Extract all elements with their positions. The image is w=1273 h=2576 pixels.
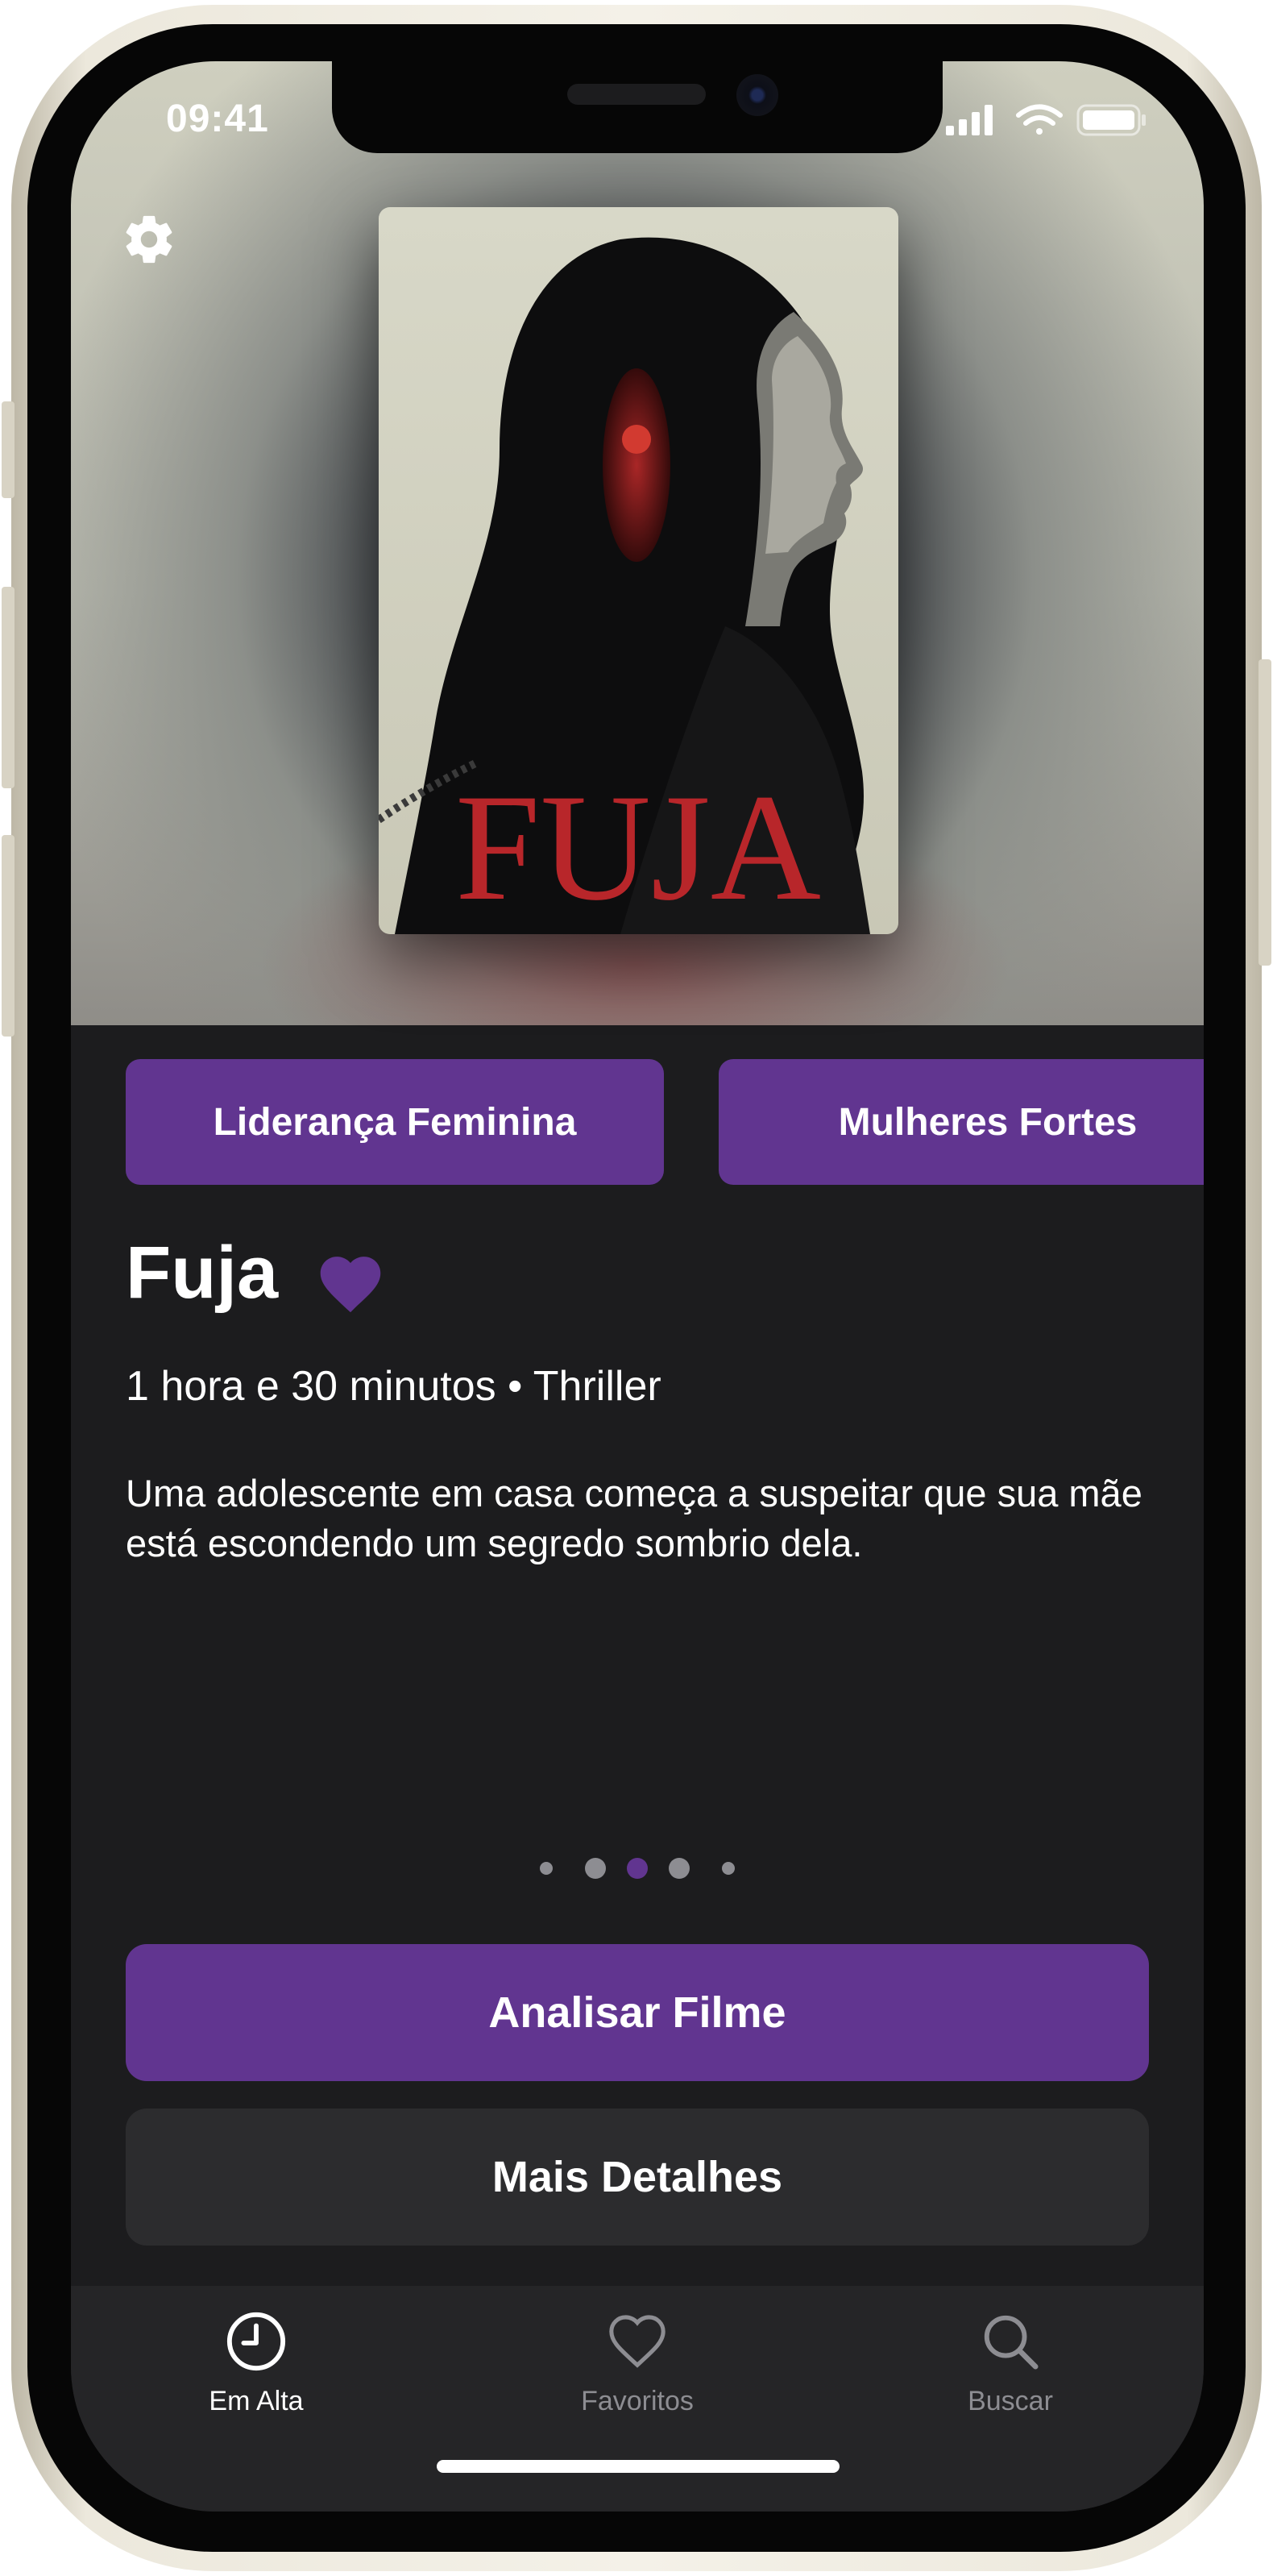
cellular-signal-icon	[946, 105, 993, 135]
status-icons	[946, 104, 1146, 136]
tab-label: Em Alta	[209, 2386, 304, 2416]
page-dot[interactable]	[669, 1858, 690, 1879]
page-dot[interactable]	[722, 1862, 735, 1875]
app-screen: FUJA 09:41 Liderança Feminina Mulheres F…	[71, 61, 1204, 2512]
movie-meta: 1 hora e 30 minutos • Thriller	[126, 1363, 661, 1410]
page-dot[interactable]	[585, 1858, 606, 1879]
side-button-silent	[2, 401, 15, 498]
movie-title: Fuja	[126, 1232, 279, 1314]
tab-favoritos[interactable]: Favoritos	[516, 2310, 758, 2439]
status-time: 09:41	[166, 98, 269, 140]
heart-outline-icon	[609, 2315, 666, 2368]
magnifier-icon	[984, 2315, 1039, 2370]
tab-em-alta[interactable]: Em Alta	[135, 2310, 377, 2439]
analyze-movie-label: Analisar Filme	[488, 1988, 786, 2037]
tab-label: Buscar	[968, 2386, 1053, 2416]
tag-label: Mulheres Fortes	[838, 1100, 1138, 1144]
side-button-power	[1258, 659, 1271, 966]
home-indicator[interactable]	[437, 2460, 840, 2473]
tag-chip[interactable]: Mulheres Fortes	[719, 1059, 1204, 1185]
movie-poster[interactable]: FUJA	[379, 207, 898, 934]
page-dot-active[interactable]	[627, 1858, 648, 1879]
tab-label: Favoritos	[581, 2386, 694, 2416]
more-details-label: Mais Detalhes	[491, 2153, 783, 2201]
movie-description: Uma adolescente em casa começa a suspeit…	[126, 1472, 1142, 1564]
gear-icon[interactable]	[121, 211, 177, 268]
side-button-volume-down	[2, 835, 15, 1037]
notch	[332, 61, 943, 153]
page-indicator[interactable]	[71, 1852, 1204, 1884]
poster-artwork: FUJA	[379, 207, 898, 934]
side-button-volume-up	[2, 587, 15, 788]
analyze-movie-button[interactable]: Analisar Filme	[126, 1944, 1149, 2081]
tag-label: Liderança Feminina	[213, 1100, 577, 1144]
hero-backdrop: FUJA	[71, 61, 1204, 1025]
earpiece-speaker	[567, 84, 706, 105]
clock-icon	[226, 2312, 286, 2371]
battery-icon	[1076, 104, 1146, 136]
tab-buscar[interactable]: Buscar	[889, 2310, 1131, 2439]
poster-title-text: FUJA	[455, 763, 821, 933]
tag-list: Liderança Feminina Mulheres Fortes	[71, 1059, 1204, 1185]
heart-filled-icon[interactable]	[314, 1248, 387, 1314]
more-details-button[interactable]: Mais Detalhes	[126, 2109, 1149, 2246]
page-dot[interactable]	[540, 1862, 553, 1875]
tag-chip[interactable]: Liderança Feminina	[126, 1059, 664, 1185]
wifi-icon	[1016, 104, 1063, 135]
front-camera	[736, 74, 778, 116]
tab-bar: Em Alta Favoritos Buscar	[71, 2286, 1204, 2512]
